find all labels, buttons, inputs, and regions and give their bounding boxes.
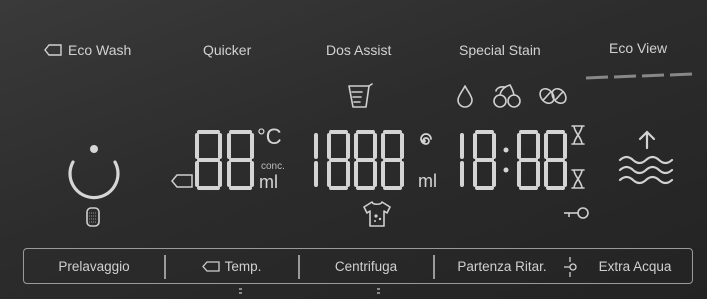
indicator-dots xyxy=(239,288,242,296)
prewash-label: Prelavaggio xyxy=(58,258,130,274)
clock-digits xyxy=(460,130,567,190)
eco-view-label[interactable]: Eco View xyxy=(609,40,667,56)
button-bar: Prelavaggio Temp. Centrifuga Partenza Ri… xyxy=(23,248,693,284)
extra-water-button[interactable]: Extra Acqua xyxy=(576,249,694,283)
temp-label: Temp. xyxy=(224,258,262,274)
extra-water-label: Extra Acqua xyxy=(598,258,672,274)
eco-view-level-bars xyxy=(585,72,693,80)
hourglass-icon xyxy=(571,169,585,189)
eco-wash-label-group[interactable]: Eco Wash xyxy=(44,42,131,58)
hourglass-icon xyxy=(571,125,585,145)
ml-label: ml xyxy=(259,172,278,192)
filter-icon xyxy=(86,207,100,227)
stained-shirt-icon xyxy=(363,201,391,227)
dosage-unit: ml xyxy=(418,171,437,191)
spin-button[interactable]: Centrifuga xyxy=(299,249,433,283)
temperature-digits: 88 xyxy=(194,128,254,190)
temperature-unit: °C xyxy=(257,124,282,149)
spin-label: Centrifuga xyxy=(334,258,398,274)
special-stain-label[interactable]: Special Stain xyxy=(459,42,541,58)
dos-assist-label[interactable]: Dos Assist xyxy=(326,42,391,58)
delay-start-button[interactable]: Partenza Ritar. xyxy=(434,249,570,283)
cherries-icon xyxy=(493,84,521,108)
conc-label: conc. xyxy=(261,161,285,172)
measuring-cup-icon xyxy=(348,83,373,108)
indicator-dots xyxy=(377,288,380,296)
tag-icon xyxy=(44,44,62,56)
key-icon xyxy=(564,207,589,219)
temp-button[interactable]: Temp. xyxy=(165,249,298,283)
quicker-label[interactable]: Quicker xyxy=(203,42,251,58)
spiral-icon xyxy=(420,133,432,145)
drop-icon xyxy=(457,85,473,108)
power-icon[interactable] xyxy=(63,140,125,202)
eco-wash-label: Eco Wash xyxy=(68,42,132,58)
coffee-beans-icon xyxy=(539,87,567,105)
temp-digit-text: 88 xyxy=(194,128,196,129)
tag-icon xyxy=(201,260,220,272)
delay-start-label: Partenza Ritar. xyxy=(457,258,547,274)
prewash-button[interactable]: Prelavaggio xyxy=(24,249,164,283)
dosage-digits xyxy=(314,130,404,190)
tag-icon xyxy=(171,174,193,188)
water-level-icon xyxy=(618,130,674,185)
